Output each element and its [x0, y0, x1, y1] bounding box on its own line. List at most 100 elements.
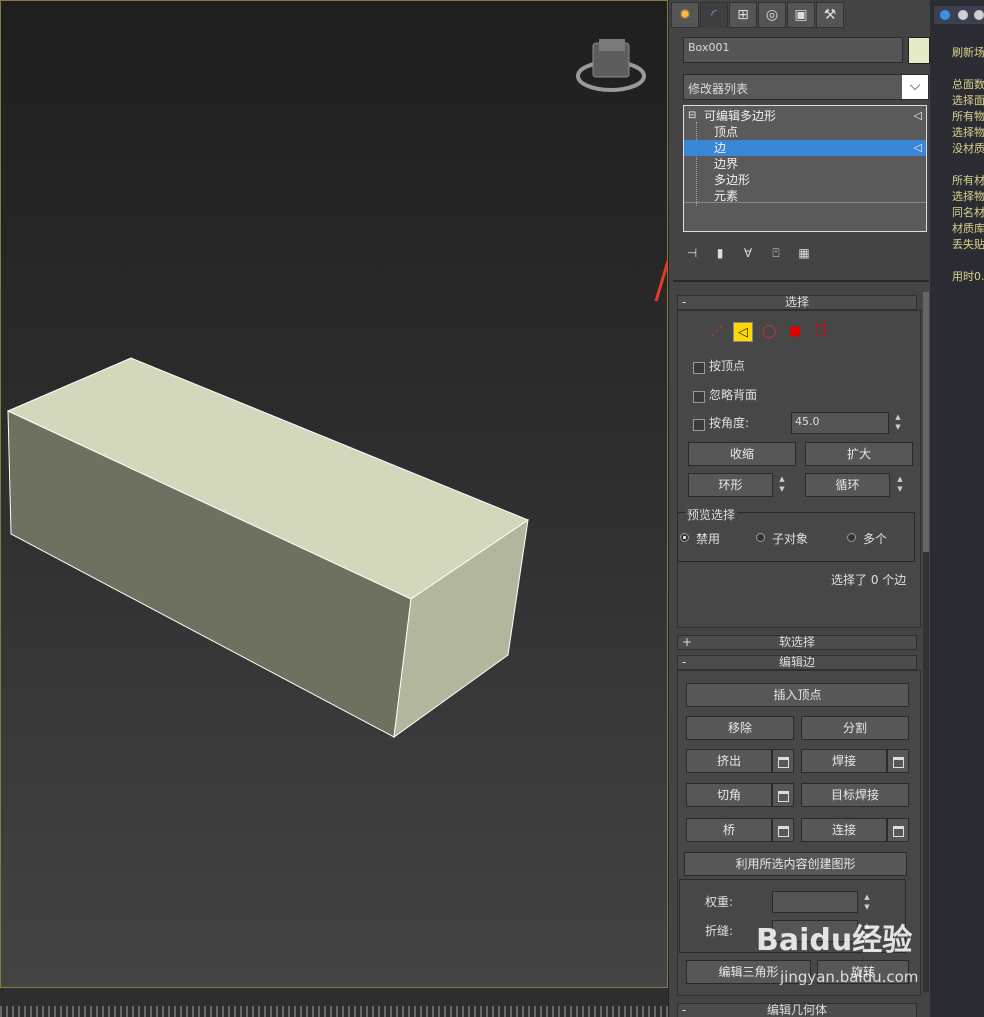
- edit-edges-rollout-header[interactable]: - 编辑边: [677, 655, 917, 670]
- window-dot-icon[interactable]: [958, 10, 968, 20]
- motion-icon[interactable]: ◎: [758, 2, 786, 28]
- modifier-list-label: 修改器列表: [688, 82, 749, 96]
- grow-button[interactable]: 扩大: [805, 442, 913, 466]
- ring-button[interactable]: 环形: [688, 473, 773, 497]
- preview-multi-radio[interactable]: [847, 533, 856, 542]
- loop-button[interactable]: 循环: [805, 473, 890, 497]
- weld-settings-icon[interactable]: [887, 749, 909, 773]
- edge-triangle-icon: ◁: [913, 109, 922, 122]
- chevron-down-icon[interactable]: ⌵: [902, 75, 928, 99]
- chamfer-settings-icon[interactable]: [772, 783, 794, 807]
- angle-field[interactable]: 45.0: [791, 412, 889, 434]
- preview-off-radio[interactable]: [680, 533, 689, 542]
- by-vertex-checkbox[interactable]: [693, 362, 705, 374]
- listener-line: 选择面: [952, 94, 984, 107]
- listener-line: 用时0.: [952, 270, 984, 283]
- connect-button[interactable]: 连接: [801, 818, 887, 842]
- baidu-watermark-url: jingyan.baidu.com: [780, 968, 919, 986]
- selection-rollout-header[interactable]: - 选择: [677, 295, 917, 310]
- weight-field[interactable]: [772, 891, 858, 913]
- listener-line: 没材质: [952, 142, 984, 155]
- stack-item-vertex[interactable]: 顶点: [684, 124, 926, 140]
- modifier-list-dropdown[interactable]: 修改器列表 ⌵: [683, 74, 929, 100]
- make-unique-icon[interactable]: ∀: [739, 246, 757, 260]
- remove-modifier-icon[interactable]: ⍞: [767, 246, 785, 261]
- viewport-canvas[interactable]: [1, 1, 669, 989]
- window-dot-icon[interactable]: [974, 10, 984, 20]
- angle-spinner[interactable]: ▲ ▼: [893, 412, 903, 434]
- time-slider[interactable]: [0, 1006, 668, 1017]
- extrude-settings-icon[interactable]: [772, 749, 794, 773]
- configure-modifier-sets-icon[interactable]: ▦: [795, 246, 813, 260]
- stack-item-border[interactable]: 边界: [684, 156, 926, 172]
- preview-subobject-radio[interactable]: [756, 533, 765, 542]
- shrink-button[interactable]: 收缩: [688, 442, 796, 466]
- window-dot-icon[interactable]: [940, 10, 950, 20]
- expand-icon: +: [682, 635, 693, 649]
- split-button[interactable]: 分割: [801, 716, 909, 740]
- element-mode-icon[interactable]: ❒: [811, 322, 831, 342]
- weight-label: 权重:: [705, 895, 734, 909]
- vertex-mode-icon[interactable]: ⋰: [707, 322, 727, 342]
- edge-mode-icon[interactable]: ◁: [733, 322, 753, 342]
- object-name-field[interactable]: Box001: [683, 37, 903, 63]
- listener-line: 所有材: [952, 174, 984, 187]
- collapse-icon: -: [682, 295, 687, 309]
- ring-spinner[interactable]: ▲ ▼: [777, 474, 787, 496]
- perspective-viewport[interactable]: [0, 0, 669, 989]
- preview-off-label: 禁用: [696, 532, 721, 546]
- weld-button[interactable]: 焊接: [801, 749, 887, 773]
- stack-item-edge[interactable]: 边 ◁: [684, 140, 926, 156]
- listener-line: 同名材: [952, 206, 984, 219]
- by-vertex-label: 按顶点: [709, 359, 746, 373]
- modify-icon[interactable]: ◜: [700, 2, 728, 28]
- subobject-icons: ⋰ ◁ ◯ ■ ❒: [707, 322, 831, 342]
- collapse-icon: -: [682, 1003, 687, 1017]
- listener-line: 选择物: [952, 190, 984, 203]
- viewcube-icon: [576, 39, 646, 92]
- weight-spinner[interactable]: ▲ ▼: [862, 892, 872, 914]
- polygon-mode-icon[interactable]: ■: [785, 322, 805, 342]
- listener-line: 材质库: [952, 222, 984, 235]
- remove-button[interactable]: 移除: [686, 716, 794, 740]
- edit-geometry-rollout-header[interactable]: - 编辑几何体: [677, 1003, 917, 1017]
- ignore-backfacing-checkbox[interactable]: [693, 391, 705, 403]
- panel-separator: [673, 280, 929, 282]
- connect-settings-icon[interactable]: [887, 818, 909, 842]
- create-icon[interactable]: ✹: [671, 2, 699, 28]
- extrude-button[interactable]: 挤出: [686, 749, 772, 773]
- command-tabs: ✹ ◜ ⊞ ◎ ▣ ⚒: [669, 2, 844, 30]
- object-color-swatch[interactable]: [908, 37, 930, 64]
- scrollbar-thumb[interactable]: [923, 292, 929, 552]
- preview-subobject-label: 子对象: [772, 532, 809, 546]
- soft-selection-rollout-header[interactable]: + 软选择: [677, 635, 917, 650]
- collapse-icon[interactable]: ⊟: [688, 108, 696, 124]
- target-weld-button[interactable]: 目标焊接: [801, 783, 909, 807]
- border-mode-icon[interactable]: ◯: [759, 322, 779, 342]
- create-shape-button[interactable]: 利用所选内容创建图形: [684, 852, 907, 876]
- show-end-result-icon[interactable]: ▮: [711, 246, 729, 260]
- stack-divider: [684, 202, 926, 203]
- panel-scrollbar[interactable]: [923, 292, 929, 992]
- chamfer-button[interactable]: 切角: [686, 783, 772, 807]
- display-icon[interactable]: ▣: [787, 2, 815, 28]
- by-angle-checkbox[interactable]: [693, 419, 705, 431]
- selection-status: 选择了 0 个边: [831, 573, 907, 587]
- stack-item-polygon[interactable]: 多边形: [684, 172, 926, 188]
- listener-line: 所有物: [952, 110, 984, 123]
- loop-spinner[interactable]: ▲ ▼: [895, 474, 905, 496]
- listener-line: 总面数: [952, 78, 984, 91]
- stack-root-editable-poly[interactable]: ⊟ 可编辑多边形 ◁: [684, 108, 926, 124]
- baidu-watermark: Baidu经验: [756, 923, 913, 958]
- listener-titlebar: [934, 6, 984, 24]
- pin-stack-icon[interactable]: ⊣: [683, 246, 701, 260]
- bridge-settings-icon[interactable]: [772, 818, 794, 842]
- listener-line: 刷新场: [952, 46, 984, 59]
- modifier-stack[interactable]: ⊟ 可编辑多边形 ◁ 顶点 边 ◁ 边界 多边形 元素: [683, 105, 927, 232]
- utilities-icon[interactable]: ⚒: [816, 2, 844, 28]
- insert-vertex-button[interactable]: 插入顶点: [686, 683, 909, 707]
- hierarchy-icon[interactable]: ⊞: [729, 2, 757, 28]
- screen: ✹ ◜ ⊞ ◎ ▣ ⚒ Box001 修改器列表 ⌵ ⊟ 可编辑多边形 ◁ 顶点…: [0, 0, 984, 1017]
- bridge-button[interactable]: 桥: [686, 818, 772, 842]
- preview-selection-title: 预览选择: [685, 506, 738, 523]
